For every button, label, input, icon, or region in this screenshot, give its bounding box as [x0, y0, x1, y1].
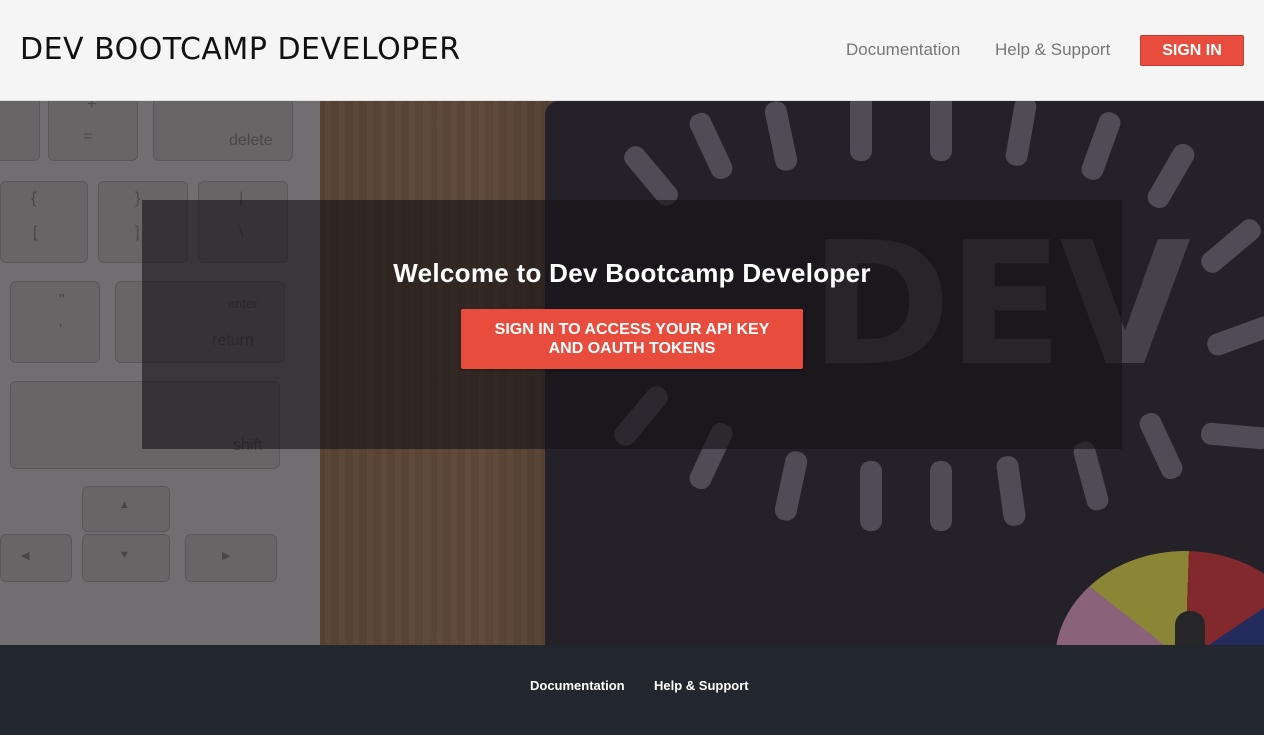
sign-in-access-api-key-button[interactable]: SIGN IN TO ACCESS YOUR API KEY AND OAUTH…: [461, 309, 803, 369]
cta-label-line2: AND OAUTH TOKENS: [548, 340, 716, 357]
nav-help-support-link[interactable]: Help & Support: [995, 40, 1110, 60]
site-header: DEV BOOTCAMP DEVELOPER Documentation Hel…: [0, 0, 1264, 101]
hero-section: + = delete { [ } ] | \ " ' e: [0, 101, 1264, 645]
nav-documentation-link[interactable]: Documentation: [846, 40, 960, 60]
header-sign-in-button[interactable]: SIGN IN: [1140, 35, 1244, 66]
cta-label-line1: SIGN IN TO ACCESS YOUR API KEY: [494, 321, 770, 338]
page: DEV BOOTCAMP DEVELOPER Documentation Hel…: [0, 0, 1264, 735]
brand-title[interactable]: DEV BOOTCAMP DEVELOPER: [20, 32, 461, 67]
footer-help-support-link[interactable]: Help & Support: [654, 678, 749, 693]
welcome-panel: Welcome to Dev Bootcamp Developer SIGN I…: [142, 200, 1122, 449]
footer-documentation-link[interactable]: Documentation: [530, 678, 625, 693]
welcome-title: Welcome to Dev Bootcamp Developer: [393, 258, 871, 288]
site-footer: Documentation Help & Support: [0, 645, 1264, 735]
